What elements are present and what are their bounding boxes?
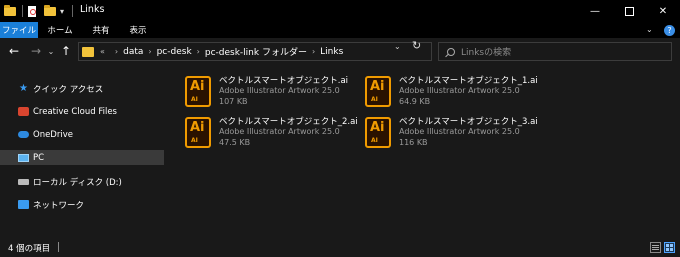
back-button[interactable]: ← [6, 43, 22, 59]
tab-home[interactable]: ホーム [44, 22, 76, 38]
ribbon-tabs: ファイル ホーム 共有 表示 ⌄ ? [0, 22, 680, 38]
maximize-button[interactable] [612, 0, 646, 22]
details-view-button[interactable] [650, 242, 661, 253]
sidebar-item-network[interactable]: ネットワーク [0, 197, 164, 212]
properties-icon [28, 5, 36, 17]
title-bar: ▾ Links — ✕ [0, 0, 680, 22]
address-bar[interactable]: « › data › pc-desk › pc-desk-link フォルダー … [78, 42, 432, 61]
expand-ribbon-button[interactable]: ⌄ [646, 25, 653, 34]
tab-file[interactable]: ファイル [0, 22, 38, 38]
tab-view[interactable]: 表示 [124, 22, 152, 38]
file-type: Adobe Illustrator Artwork 25.0 [399, 127, 520, 136]
recent-locations-button[interactable]: ⌄ [46, 43, 56, 59]
new-folder-icon [44, 4, 56, 16]
large-icons-view-button[interactable] [664, 242, 675, 253]
illustrator-file-icon: Ai AI [365, 117, 391, 148]
file-name: ベクトルスマートオブジェクト_1.ai [399, 76, 538, 86]
file-type: Adobe Illustrator Artwork 25.0 [399, 86, 520, 95]
sidebar-item-quick-access[interactable]: ★ クイック アクセス [0, 81, 164, 96]
sidebar-item-label: PC [33, 152, 45, 163]
file-item[interactable]: Ai AI ベクトルスマートオブジェクト_2.ai Adobe Illustrat… [185, 115, 361, 155]
breadcrumb-separator[interactable]: › [148, 47, 151, 56]
sidebar-item-label: OneDrive [33, 129, 73, 140]
forward-button[interactable]: → [28, 43, 44, 59]
sidebar-item-creative-cloud-files[interactable]: Creative Cloud Files [0, 104, 164, 119]
file-size: 107 KB [219, 97, 248, 106]
minimize-button[interactable]: — [578, 0, 612, 22]
network-icon [18, 199, 29, 210]
illustrator-file-icon: Ai AI [185, 117, 211, 148]
help-button[interactable]: ? [664, 25, 675, 36]
breadcrumb-separator[interactable]: › [197, 47, 200, 56]
breadcrumb-separator[interactable]: › [312, 47, 315, 56]
navigation-bar: ← → ⌄ ↑ « › data › pc-desk › pc-desk-lin… [0, 38, 680, 66]
customize-quick-access-button[interactable]: ▾ [60, 4, 68, 18]
illustrator-file-icon: Ai AI [185, 76, 211, 107]
maximize-icon [624, 6, 634, 16]
navigation-pane: ★ クイック アクセス Creative Cloud Files OneDriv… [0, 66, 168, 238]
breadcrumb-links[interactable]: Links [320, 47, 343, 57]
overflow-chevron-icon[interactable]: « [100, 47, 105, 56]
creative-cloud-icon [18, 106, 29, 117]
file-type: Adobe Illustrator Artwork 25.0 [219, 86, 340, 95]
file-name: ベクトルスマートオブジェクト_3.ai [399, 117, 538, 127]
drive-icon [18, 176, 29, 187]
breadcrumb-data[interactable]: data [123, 47, 143, 57]
folder-icon [82, 46, 94, 57]
title-divider [72, 5, 73, 17]
file-size: 47.5 KB [219, 138, 251, 147]
close-button[interactable]: ✕ [646, 0, 680, 22]
up-button[interactable]: ↑ [58, 43, 74, 59]
quick-access-divider [22, 5, 23, 17]
refresh-button[interactable]: ↻ [412, 39, 421, 52]
sidebar-item-label: ネットワーク [33, 200, 85, 211]
new-folder-button[interactable] [44, 4, 58, 18]
file-item[interactable]: Ai AI ベクトルスマートオブジェクト_1.ai Adobe Illustrat… [365, 74, 541, 114]
file-item[interactable]: Ai AI ベクトルスマートオブジェクト_3.ai Adobe Illustrat… [365, 115, 541, 155]
sidebar-item-label: クイック アクセス [33, 84, 104, 95]
address-dropdown-button[interactable]: ⌄ [394, 42, 401, 51]
sidebar-item-label: ローカル ディスク (D:) [33, 177, 122, 188]
search-placeholder: Linksの検索 [461, 48, 512, 58]
illustrator-file-icon: Ai AI [365, 76, 391, 107]
search-icon [447, 47, 455, 56]
file-name: ベクトルスマートオブジェクト.ai [219, 76, 349, 86]
window-title: Links [80, 4, 105, 15]
item-count: 4 個の項目 [8, 244, 51, 254]
file-type: Adobe Illustrator Artwork 25.0 [219, 127, 340, 136]
sidebar-item-label: Creative Cloud Files [33, 106, 117, 117]
status-bar: 4 個の項目 [0, 238, 680, 257]
properties-button[interactable] [28, 4, 38, 18]
file-item[interactable]: Ai AI ベクトルスマートオブジェクト.ai Adobe Illustrator… [185, 74, 361, 114]
status-divider [58, 242, 59, 252]
folder-icon [4, 4, 18, 18]
tab-share[interactable]: 共有 [86, 22, 116, 38]
search-box[interactable]: Linksの検索 [438, 42, 672, 61]
sidebar-item-local-disk-d[interactable]: ローカル ディスク (D:) [0, 174, 164, 189]
breadcrumb-pc-desk[interactable]: pc-desk [157, 47, 192, 57]
file-list: Ai AI ベクトルスマートオブジェクト.ai Adobe Illustrator… [168, 66, 680, 238]
sidebar-item-pc[interactable]: PC [0, 150, 164, 165]
star-icon: ★ [19, 83, 28, 94]
file-size: 64.9 KB [399, 97, 431, 106]
breadcrumb-pc-desk-link[interactable]: pc-desk-link フォルダー [205, 45, 307, 58]
breadcrumb-separator[interactable]: › [115, 47, 118, 56]
file-name: ベクトルスマートオブジェクト_2.ai [219, 117, 358, 127]
file-size: 116 KB [399, 138, 428, 147]
sidebar-item-onedrive[interactable]: OneDrive [0, 127, 164, 142]
pc-icon [18, 152, 29, 163]
onedrive-icon [18, 129, 29, 140]
